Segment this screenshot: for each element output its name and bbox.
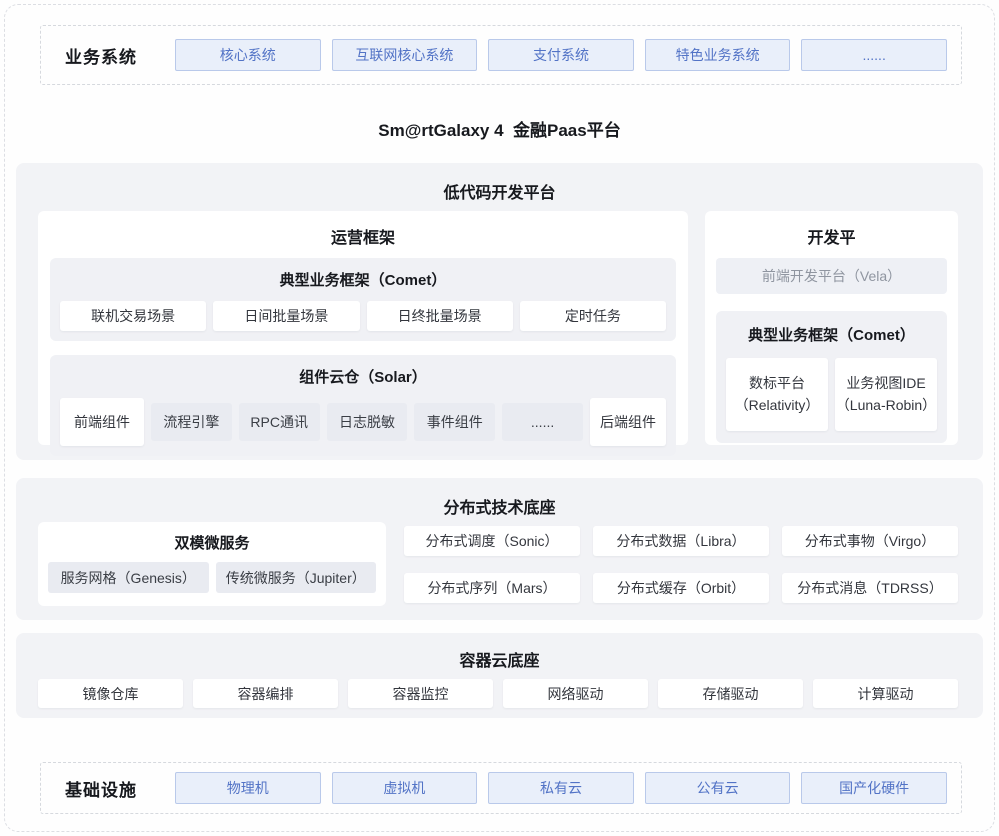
business-framework-subpanel: 典型业务框架（Comet） 联机交易场景 日间批量场景 日终批量场景 定时任务 (50, 258, 676, 341)
chip-domestic-hardware: 国产化硬件 (801, 772, 947, 804)
box-container-orchestration: 容器编排 (193, 679, 338, 708)
business-framework-row: 联机交易场景 日间批量场景 日终批量场景 定时任务 (60, 301, 666, 331)
operation-framework-panel: 运营框架 典型业务框架（Comet） 联机交易场景 日间批量场景 日终批量场景 … (38, 211, 688, 445)
infrastructure-row: 基础设施 物理机 虚拟机 私有云 公有云 国产化硬件 (40, 762, 962, 814)
infrastructure-label: 基础设施 (49, 776, 153, 801)
component-cloud-title: 组件云仓（Solar） (60, 366, 666, 387)
dev-business-framework-row: 数标平台 （Relativity） 业务视图IDE （Luna-Robin） (726, 358, 937, 431)
box-event-component: 事件组件 (414, 403, 495, 441)
component-cloud-subpanel: 组件云仓（Solar） 前端组件 流程引擎 RPC通讯 日志脱敏 事件组件 ..… (50, 355, 676, 456)
dual-mode-row: 服务网格（Genesis） 传统微服务（Jupiter） (48, 562, 376, 593)
box-compute-driver: 计算驱动 (813, 679, 958, 708)
box-distributed-sequence-mars: 分布式序列（Mars） (404, 573, 580, 603)
business-systems-label: 业务系统 (49, 43, 153, 68)
architecture-diagram: 业务系统 核心系统 互联网核心系统 支付系统 特色业务系统 ...... Sm@… (0, 0, 999, 836)
box-scheduled-task: 定时任务 (520, 301, 666, 331)
chip-core-system: 核心系统 (175, 39, 321, 71)
lowcode-platform-panel: 低代码开发平台 运营框架 典型业务框架（Comet） 联机交易场景 日间批量场景… (16, 163, 983, 460)
box-service-mesh-genesis: 服务网格（Genesis） (48, 562, 209, 593)
box-label-line1: 业务视图IDE (846, 373, 925, 395)
box-distributed-transaction-virgo: 分布式事物（Virgo） (782, 526, 958, 556)
box-component-ellipsis: ...... (502, 403, 583, 441)
lowcode-platform-title: 低代码开发平台 (16, 163, 983, 203)
box-frontend-component: 前端组件 (60, 398, 144, 446)
chip-public-cloud: 公有云 (645, 772, 791, 804)
chip-special-business-system: 特色业务系统 (645, 39, 791, 71)
dev-business-framework-title: 典型业务框架（Comet） (726, 324, 937, 345)
container-base-title: 容器云底座 (16, 633, 983, 671)
dev-business-framework-subpanel: 典型业务框架（Comet） 数标平台 （Relativity） 业务视图IDE … (716, 311, 947, 443)
distributed-content: 双模微服务 服务网格（Genesis） 传统微服务（Jupiter） 分布式调度… (38, 522, 958, 606)
dev-platform-title: 开发平 (716, 211, 947, 258)
box-data-indicator-platform-relativity: 数标平台 （Relativity） (726, 358, 828, 431)
distributed-services-grid: 分布式调度（Sonic） 分布式数据（Libra） 分布式事物（Virgo） 分… (404, 522, 958, 606)
chip-payment-system: 支付系统 (488, 39, 634, 71)
box-eod-batch-scene: 日终批量场景 (367, 301, 513, 331)
dual-mode-microservice-panel: 双模微服务 服务网格（Genesis） 传统微服务（Jupiter） (38, 522, 386, 606)
box-label-line2: （Luna-Robin） (836, 395, 936, 417)
business-systems-chip-strip: 核心系统 互联网核心系统 支付系统 特色业务系统 ...... (175, 39, 947, 71)
lowcode-content: 运营框架 典型业务框架（Comet） 联机交易场景 日间批量场景 日终批量场景 … (38, 211, 958, 445)
box-container-monitoring: 容器监控 (348, 679, 493, 708)
component-cloud-row: 前端组件 流程引擎 RPC通讯 日志脱敏 事件组件 ...... 后端组件 (60, 398, 666, 446)
box-storage-driver: 存储驱动 (658, 679, 803, 708)
chip-physical-machine: 物理机 (175, 772, 321, 804)
box-distributed-data-libra: 分布式数据（Libra） (593, 526, 769, 556)
box-daytime-batch-scene: 日间批量场景 (213, 301, 359, 331)
box-network-driver: 网络驱动 (503, 679, 648, 708)
business-systems-row: 业务系统 核心系统 互联网核心系统 支付系统 特色业务系统 ...... (40, 25, 962, 85)
distributed-base-title: 分布式技术底座 (16, 478, 983, 518)
box-backend-component: 后端组件 (590, 398, 666, 446)
box-business-view-ide-luna-robin: 业务视图IDE （Luna-Robin） (835, 358, 937, 431)
infrastructure-chip-strip: 物理机 虚拟机 私有云 公有云 国产化硬件 (175, 772, 947, 804)
dual-mode-title: 双模微服务 (48, 522, 376, 562)
box-image-registry: 镜像仓库 (38, 679, 183, 708)
box-online-trading-scene: 联机交易场景 (60, 301, 206, 331)
container-base-row: 镜像仓库 容器编排 容器监控 网络驱动 存储驱动 计算驱动 (38, 679, 958, 708)
container-base-panel: 容器云底座 镜像仓库 容器编排 容器监控 网络驱动 存储驱动 计算驱动 (16, 633, 983, 718)
chip-business-ellipsis: ...... (801, 39, 947, 71)
box-label-line1: 数标平台 (749, 373, 805, 395)
dev-platform-panel: 开发平 前端开发平台（Vela） 典型业务框架（Comet） 数标平台 （Rel… (705, 211, 958, 445)
box-label-line2: （Relativity） (735, 395, 820, 417)
operation-framework-title: 运营框架 (50, 211, 676, 258)
box-distributed-message-tdrss: 分布式消息（TDRSS） (782, 573, 958, 603)
box-frontend-dev-platform-vela: 前端开发平台（Vela） (716, 258, 947, 294)
box-distributed-cache-orbit: 分布式缓存（Orbit） (593, 573, 769, 603)
box-log-masking: 日志脱敏 (327, 403, 408, 441)
chip-internet-core-system: 互联网核心系统 (332, 39, 478, 71)
distributed-base-panel: 分布式技术底座 双模微服务 服务网格（Genesis） 传统微服务（Jupite… (16, 478, 983, 620)
chip-virtual-machine: 虚拟机 (332, 772, 478, 804)
business-framework-title: 典型业务框架（Comet） (60, 269, 666, 290)
page-title: Sm@rtGalaxy 4 金融Paas平台 (0, 116, 999, 141)
box-traditional-microservice-jupiter: 传统微服务（Jupiter） (216, 562, 377, 593)
box-distributed-scheduling-sonic: 分布式调度（Sonic） (404, 526, 580, 556)
chip-private-cloud: 私有云 (488, 772, 634, 804)
box-rpc-communication: RPC通讯 (239, 403, 320, 441)
box-process-engine: 流程引擎 (151, 403, 232, 441)
